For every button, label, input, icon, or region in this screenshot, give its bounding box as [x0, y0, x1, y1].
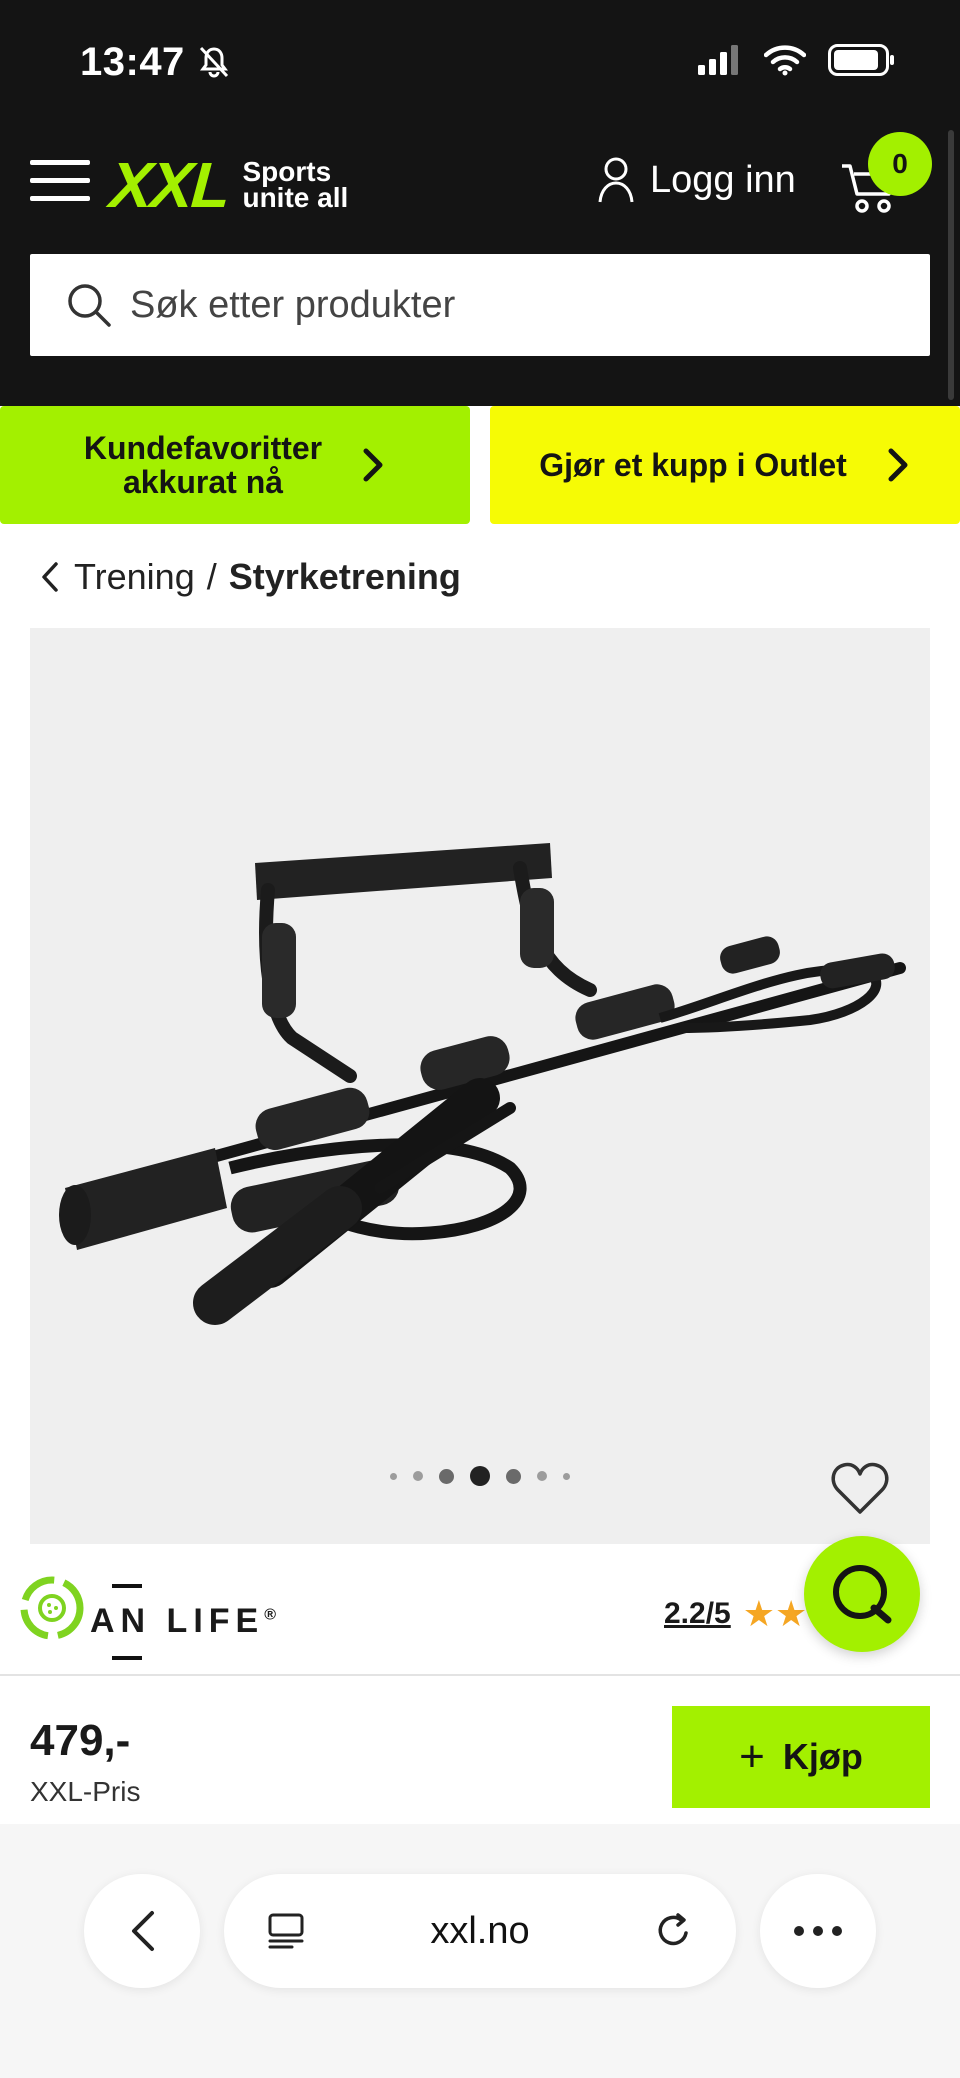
brand-logo[interactable]: AN LIFE® — [90, 1602, 276, 1641]
scroll-indicator — [948, 130, 954, 400]
breadcrumb: Trening / Styrketrening — [40, 556, 461, 598]
brand-name: AN LIFE — [90, 1602, 265, 1640]
brand-trademark: ® — [264, 1606, 277, 1624]
star-icon: ★ — [775, 1593, 808, 1634]
buy-bar: 479,- XXL-Pris + Kjøp — [0, 1674, 960, 1824]
carousel-dot[interactable] — [439, 1468, 454, 1484]
more-dots-icon — [794, 1926, 842, 1936]
carousel-dot[interactable] — [413, 1471, 423, 1481]
battery-icon — [828, 44, 894, 76]
reload-icon[interactable] — [654, 1911, 694, 1951]
chat-button[interactable] — [804, 1536, 920, 1652]
promo-left-line1: Kundefavoritter — [83, 430, 323, 466]
signal-icon — [698, 45, 738, 75]
login-button[interactable]: Logg inn — [596, 156, 796, 204]
price-label: XXL-Pris — [30, 1776, 141, 1807]
plus-icon: + — [739, 1732, 765, 1781]
carousel-dot[interactable] — [537, 1471, 547, 1481]
browser-address-bar[interactable]: xxl.no — [224, 1874, 736, 1988]
chat-bubble-icon — [833, 1565, 892, 1624]
buy-button[interactable]: + Kjøp — [672, 1706, 930, 1808]
carousel-dot[interactable] — [563, 1472, 570, 1480]
hamburger-menu-icon[interactable] — [30, 160, 90, 202]
xxl-logo[interactable]: XXL Sports unite all — [107, 148, 349, 222]
chevron-left-icon[interactable] — [40, 561, 60, 593]
chevron-left-icon — [132, 1911, 154, 1951]
pullup-bar-image — [59, 843, 906, 1325]
carousel-dot[interactable] — [506, 1468, 521, 1484]
product-image-carousel[interactable] — [30, 628, 930, 1544]
search-bar[interactable] — [30, 254, 930, 356]
chevron-right-icon — [363, 448, 383, 482]
search-icon — [68, 284, 111, 327]
url-text[interactable]: xxl.no — [430, 1910, 529, 1953]
bell-muted-icon — [199, 46, 229, 78]
promo-customer-favorites[interactable]: Kundefavoritter akkurat nå — [0, 406, 470, 524]
status-bar: 13:47 — [0, 0, 960, 120]
chevron-right-icon — [888, 448, 908, 482]
promo-left-line2: akkurat nå — [122, 464, 284, 500]
breadcrumb-separator: / — [206, 556, 217, 597]
breadcrumb-parent[interactable]: Trening — [74, 556, 195, 598]
logo-tagline: Sports unite all — [242, 158, 349, 213]
login-label: Logg inn — [650, 158, 796, 201]
promo-outlet[interactable]: Gjør et kupp i Outlet — [490, 406, 960, 524]
promo-right-line1: Gjør et kupp i Outlet — [539, 447, 847, 483]
user-icon — [598, 157, 634, 203]
search-input[interactable] — [130, 283, 890, 327]
star-icon: ★ — [742, 1593, 776, 1634]
status-time: 13:47 — [80, 40, 185, 84]
logo-wordmark: XXL — [107, 149, 231, 221]
carousel-dot-active[interactable] — [470, 1466, 490, 1486]
breadcrumb-current[interactable]: Styrketrening — [229, 556, 461, 598]
wifi-icon — [764, 45, 806, 76]
heart-icon[interactable] — [830, 1460, 890, 1516]
eco-recycle-icon — [20, 1576, 84, 1640]
browser-back-button[interactable] — [84, 1874, 200, 1988]
rating-text[interactable]: 2.2/5 — [664, 1597, 731, 1631]
browser-more-button[interactable] — [760, 1874, 876, 1988]
browser-toolbar: xxl.no — [0, 1824, 960, 2078]
reader-mode-icon[interactable] — [266, 1911, 306, 1951]
carousel-dots[interactable] — [30, 1466, 930, 1486]
carousel-dot[interactable] — [390, 1472, 397, 1480]
site-header: XXL Sports unite all Logg inn 0 — [0, 120, 960, 406]
product-price: 479,- — [30, 1716, 131, 1765]
brand-logo-bar — [112, 1656, 142, 1660]
logo-tagline-line2: unite all — [242, 182, 349, 213]
cart-count-badge[interactable]: 0 — [868, 132, 932, 196]
brand-logo-bar — [112, 1584, 142, 1588]
buy-label: Kjøp — [782, 1736, 863, 1777]
